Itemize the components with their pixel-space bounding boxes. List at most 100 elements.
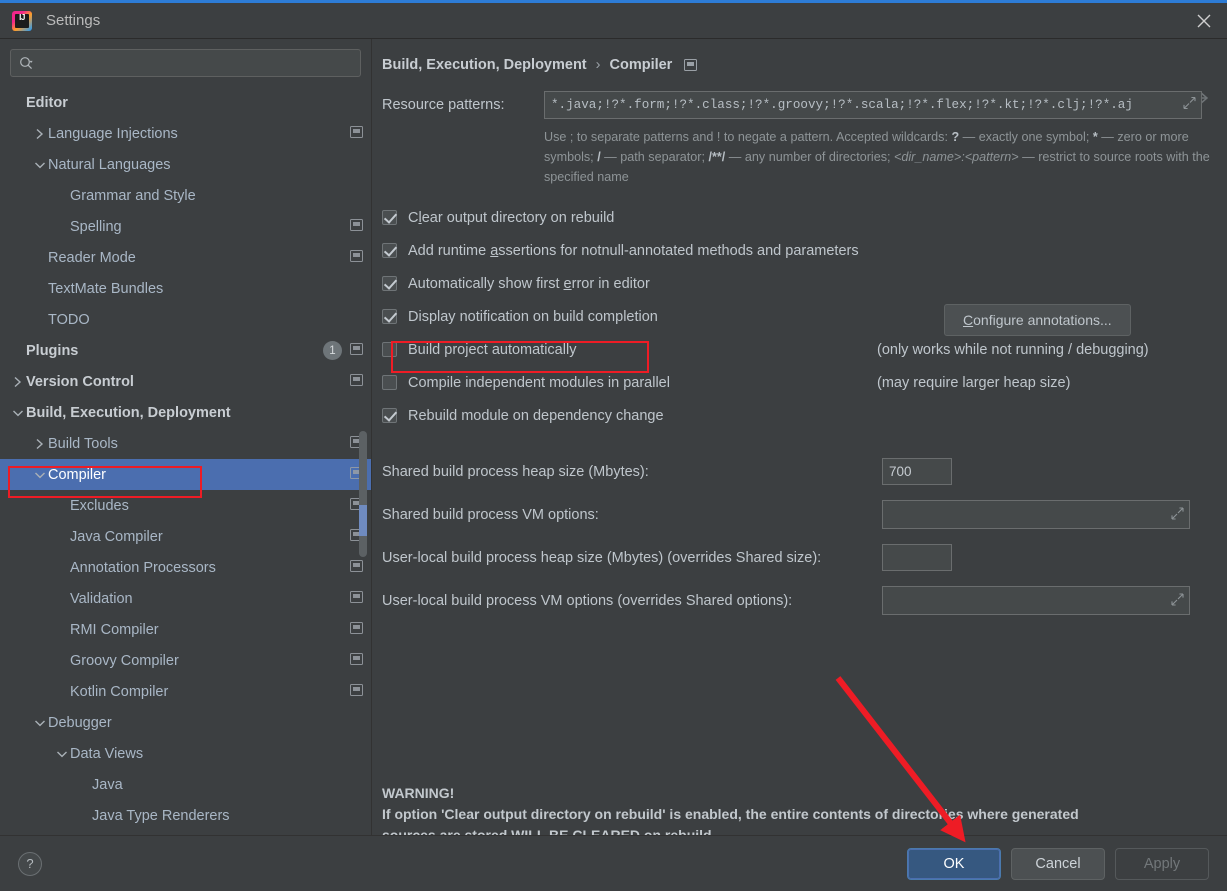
checkbox-label: Compile independent modules in parallel [408, 374, 670, 391]
sidebar-item-label: Compiler [48, 466, 107, 483]
sidebar-item-natural-languages[interactable]: Natural Languages [0, 149, 371, 180]
window-titlebar: IJ Settings [0, 3, 1227, 39]
checkbox-automatically-show-first-error-in-editor[interactable] [382, 276, 397, 291]
chevron-down-icon[interactable] [32, 718, 48, 728]
search-input[interactable] [10, 49, 361, 77]
module-settings-icon[interactable] [350, 218, 363, 236]
sidebar-item-build-tools[interactable]: Build Tools [0, 428, 371, 459]
sidebar-item-java[interactable]: Java [0, 769, 371, 800]
configure-annotations-label: onfigure annotations... [973, 312, 1112, 328]
module-settings-icon[interactable] [350, 652, 363, 670]
input-shared-build-process-heap-size-mbytes[interactable]: 700 [882, 458, 952, 485]
checkbox-compile-independent-modules-in-parallel[interactable] [382, 375, 397, 390]
sidebar-item-textmate-bundles[interactable]: TextMate Bundles [0, 273, 371, 304]
sidebar-item-label: Version Control [26, 373, 134, 390]
sidebar-item-plugins[interactable]: Plugins 1 [0, 335, 371, 366]
sidebar-item-build-execution-deployment[interactable]: Build, Execution, Deployment [0, 397, 371, 428]
settings-tree[interactable]: Editor Language Injections Natural Languag… [0, 85, 371, 835]
module-settings-icon[interactable] [350, 683, 363, 701]
checkbox-row[interactable]: Compile independent modules in parallel (… [382, 366, 1227, 399]
expand-field-icon[interactable] [1183, 96, 1196, 114]
sidebar-item-excludes[interactable]: Excludes [0, 490, 371, 521]
apply-button[interactable]: Apply [1115, 847, 1209, 880]
checkbox-display-notification-on-build-completion[interactable] [382, 309, 397, 324]
resource-patterns-value: *.java;!?*.form;!?*.class;!?*.groovy;!?*… [551, 98, 1133, 112]
expand-field-icon[interactable] [1171, 592, 1184, 609]
checkbox-label: Add runtime assertions for notnull-annot… [408, 242, 859, 259]
sidebar-item-spelling[interactable]: Spelling [0, 211, 371, 242]
sidebar-item-java-compiler[interactable]: Java Compiler [0, 521, 371, 552]
module-settings-icon[interactable] [350, 590, 363, 608]
sidebar-item-rmi-compiler[interactable]: RMI Compiler [0, 614, 371, 645]
sidebar-item-reader-mode[interactable]: Reader Mode [0, 242, 371, 273]
form-field-label: User-local build process VM options (ove… [382, 592, 793, 609]
sidebar-item-validation[interactable]: Validation [0, 583, 371, 614]
checkbox-row[interactable]: Automatically show first error in editor [382, 267, 1227, 300]
sidebar-item-debugger[interactable]: Debugger [0, 707, 371, 738]
close-icon[interactable] [1181, 3, 1227, 39]
sidebar-item-version-control[interactable]: Version Control [0, 366, 371, 397]
module-settings-icon[interactable] [350, 249, 363, 267]
module-settings-icon[interactable] [684, 59, 698, 71]
sidebar-scrollbar-thumb-highlight[interactable] [359, 505, 367, 536]
module-settings-icon[interactable] [350, 125, 363, 143]
checkbox-clear-output-directory-on-rebuild[interactable] [382, 210, 397, 225]
sidebar-item-grammar-and-style[interactable]: Grammar and Style [0, 180, 371, 211]
sidebar-scrollbar-thumb[interactable] [359, 431, 367, 557]
form-field-row: User-local build process heap size (Mbyt… [382, 536, 1227, 579]
checkbox-add-runtime-assertions-for-notnull-annotated-methods-and-parameters[interactable] [382, 243, 397, 258]
sidebar-item-annotation-processors[interactable]: Annotation Processors [0, 552, 371, 583]
sidebar-item-label: Java [92, 776, 123, 793]
checkbox-build-project-automatically[interactable] [382, 342, 397, 357]
sidebar-item-data-views[interactable]: Data Views [0, 738, 371, 769]
hint-dirname-pattern: <dir_name>:<pattern> [894, 150, 1019, 164]
chevron-right-icon[interactable] [32, 128, 48, 140]
module-settings-icon[interactable] [350, 621, 363, 639]
input-user-local-build-process-vm-options-overrides-shared-options[interactable] [882, 586, 1190, 615]
sidebar-item-compiler[interactable]: Compiler [0, 459, 371, 490]
sidebar-item-label: Editor [26, 94, 68, 111]
resource-patterns-label: Resource patterns: [382, 97, 505, 113]
settings-sidebar: Editor Language Injections Natural Languag… [0, 39, 372, 835]
chevron-down-icon[interactable] [32, 470, 48, 480]
sidebar-item-language-injections[interactable]: Language Injections [0, 118, 371, 149]
hint-wildcard-globstar: /**/ [708, 150, 726, 164]
input-shared-build-process-vm-options[interactable] [882, 500, 1190, 529]
chevron-down-icon[interactable] [32, 160, 48, 170]
checkbox-row[interactable]: Clear output directory on rebuild [382, 201, 1227, 234]
sidebar-item-java-type-renderers[interactable]: Java Type Renderers [0, 800, 371, 831]
cancel-button[interactable]: Cancel [1011, 847, 1105, 880]
chevron-down-icon[interactable] [54, 749, 70, 759]
chevron-right-icon[interactable] [32, 438, 48, 450]
sidebar-item-todo[interactable]: TODO [0, 304, 371, 335]
checkbox-rebuild-module-on-dependency-change[interactable] [382, 408, 397, 423]
resource-patterns-hint: Use ; to separate patterns and ! to nega… [544, 127, 1224, 187]
expand-field-icon[interactable] [1171, 506, 1184, 523]
warning-line-3: sources are stored WILL BE CLEARED on re… [382, 827, 716, 835]
form-field-row: User-local build process VM options (ove… [382, 579, 1227, 622]
chevron-right-icon[interactable] [10, 376, 26, 388]
help-button[interactable]: ? [18, 851, 42, 876]
breadcrumb-parent[interactable]: Build, Execution, Deployment [382, 57, 587, 73]
checkbox-label: Display notification on build completion [408, 308, 658, 325]
dialog-body: Editor Language Injections Natural Languag… [0, 39, 1227, 835]
resource-patterns-input[interactable]: *.java;!?*.form;!?*.class;!?*.groovy;!?*… [544, 91, 1202, 119]
module-settings-icon[interactable] [350, 373, 363, 391]
checkbox-side-note: (only works while not running / debuggin… [877, 341, 1149, 358]
sidebar-item-kotlin-compiler[interactable]: Kotlin Compiler [0, 676, 371, 707]
module-settings-icon[interactable] [350, 559, 363, 577]
checkbox-row[interactable]: Add runtime assertions for notnull-annot… [382, 234, 1227, 267]
sidebar-item-label: Groovy Compiler [70, 652, 179, 669]
checkbox-row[interactable]: Build project automatically (only works w… [382, 333, 1227, 366]
sidebar-item-groovy-compiler[interactable]: Groovy Compiler [0, 645, 371, 676]
chevron-down-icon[interactable] [10, 408, 26, 418]
hint-text: Use ; to separate patterns and ! to nega… [544, 130, 952, 144]
module-settings-icon[interactable] [350, 342, 363, 360]
sidebar-item-label: Reader Mode [48, 249, 136, 266]
configure-annotations-button[interactable]: Configure annotations... [944, 304, 1131, 336]
ok-button[interactable]: OK [907, 847, 1001, 880]
input-user-local-build-process-heap-size-mbytes-overrides-shared-size[interactable] [882, 544, 952, 571]
hint-text: — [1097, 130, 1114, 144]
checkbox-row[interactable]: Rebuild module on dependency change [382, 399, 1227, 432]
sidebar-item-editor[interactable]: Editor [0, 87, 371, 118]
